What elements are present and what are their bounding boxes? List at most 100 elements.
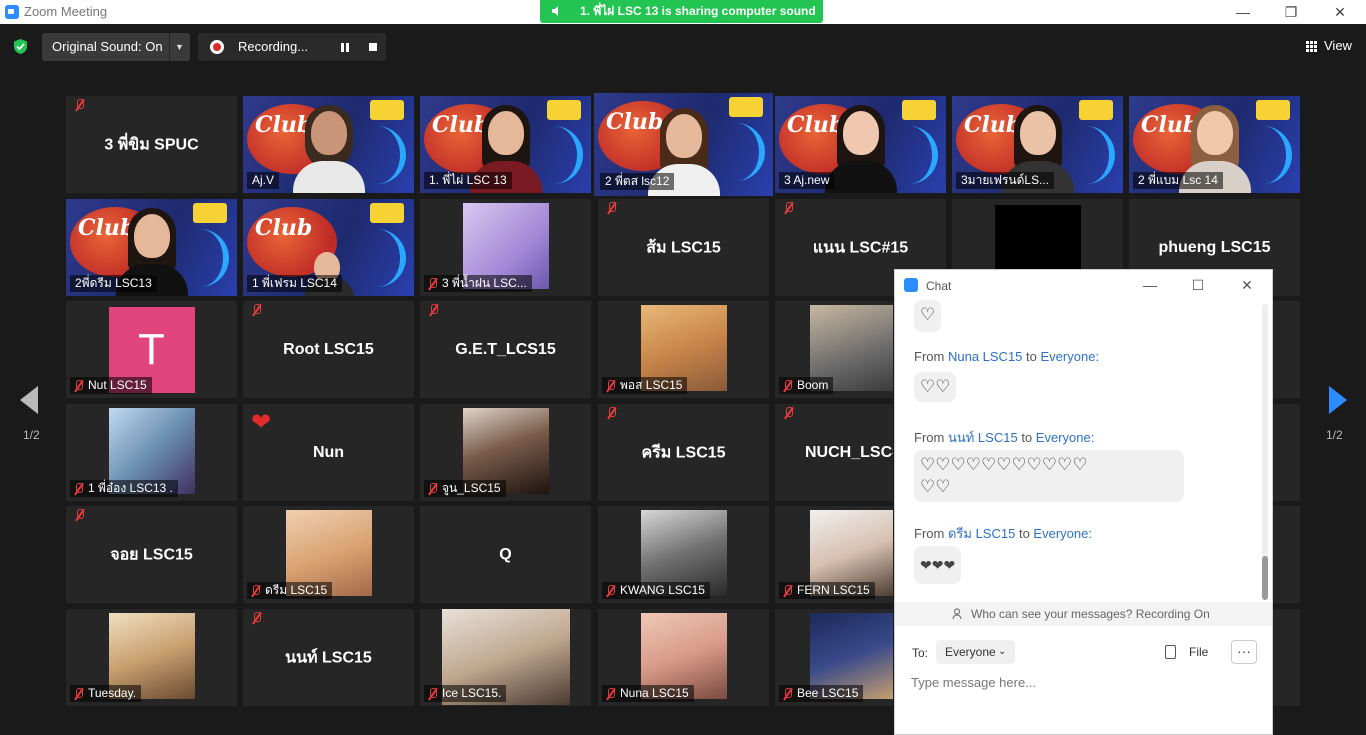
participant-tile[interactable]: Root LSC15	[243, 301, 414, 398]
message-visibility-notice[interactable]: Who can see your messages? Recording On	[895, 602, 1272, 626]
participant-caption: Boom	[779, 377, 834, 394]
participant-tile[interactable]	[1273, 301, 1300, 398]
participant-tile[interactable]: ดรีม LSC15	[243, 506, 414, 603]
participant-name: 1. พี่ไผ่ LSC 13	[424, 172, 512, 189]
participant-name: 2 พี่ตส lsc12	[600, 173, 675, 190]
participant-tile[interactable]: G.E.T_LCS15	[420, 301, 591, 398]
close-icon[interactable]: ✕	[1237, 275, 1257, 295]
participant-name: NUCH_LSC#	[805, 443, 893, 461]
participant-tile[interactable]	[1273, 609, 1300, 706]
chat-message-bubble: ♡	[914, 300, 942, 332]
chat-message-bubble: ♡♡	[914, 372, 957, 402]
participant-caption: ดรีม LSC15	[247, 582, 333, 599]
muted-mic-icon	[606, 202, 617, 213]
participant-name: พอส LSC15	[620, 378, 683, 392]
participant-tile[interactable]: T Nut LSC15	[66, 301, 237, 398]
chat-scrollbar[interactable]	[1262, 304, 1268, 600]
active-speaker-tile[interactable]: Club 2 พี่ตส lsc12	[594, 93, 773, 196]
muted-mic-icon	[782, 380, 793, 391]
page-indicator: 1/2	[1326, 428, 1343, 442]
muted-mic-icon	[73, 688, 84, 699]
participant-tile[interactable]: KWANG LSC15	[598, 506, 769, 603]
participant-video	[289, 103, 369, 193]
recipient-select[interactable]: Everyone ⌄	[936, 640, 1015, 664]
file-icon	[1165, 645, 1176, 659]
visibility-text: Who can see your messages? Recording On	[971, 607, 1210, 621]
next-page-arrow-icon[interactable]	[1329, 386, 1347, 414]
participant-tile[interactable]: ครีม LSC15	[598, 404, 769, 501]
participant-video-tile[interactable]: Club Aj.V	[243, 96, 414, 193]
participant-caption: Nuna LSC15	[602, 685, 694, 702]
chevron-down-icon: ⌄	[998, 646, 1007, 657]
muted-mic-icon	[427, 688, 438, 699]
participant-name: Root LSC15	[283, 340, 374, 358]
chat-message-input[interactable]	[911, 672, 1251, 692]
participant-tile[interactable]	[1273, 404, 1300, 501]
meeting-toolbar	[0, 726, 894, 735]
minimize-icon[interactable]: —	[1140, 275, 1160, 295]
participant-video-tile[interactable]: Club 1. พี่ไผ่ LSC 13	[420, 96, 591, 193]
muted-mic-icon	[74, 509, 85, 520]
participant-tile[interactable]: พอส LSC15	[598, 301, 769, 398]
participant-tile[interactable]: Q	[420, 506, 591, 603]
participant-tile[interactable]: จูน_LSC15	[420, 404, 591, 501]
participant-tile[interactable]: ❤ Nun	[243, 404, 414, 501]
participant-caption: 1 พี่อ๋อง LSC13 .	[70, 480, 178, 497]
participant-name: 3 Aj.new	[779, 172, 835, 189]
participant-name: จูน_LSC15	[442, 481, 501, 495]
participant-tile[interactable]: Boom	[775, 301, 893, 398]
participant-video-tile[interactable]: Club 1 พี่เฟรม LSC14	[243, 199, 414, 296]
participant-name: Nun	[312, 443, 345, 461]
participant-tile[interactable]	[1273, 506, 1300, 603]
participant-tile[interactable]: NUCH_LSC#	[775, 404, 893, 501]
participant-tile[interactable]: 1 พี่อ๋อง LSC13 .	[66, 404, 237, 501]
participant-tile[interactable]: 3 พี่ขิม SPUC	[66, 96, 237, 193]
muted-mic-icon	[782, 585, 793, 596]
participant-tile[interactable]: Bee LSC15	[775, 609, 893, 706]
maximize-icon[interactable]: ☐	[1188, 275, 1208, 295]
participant-caption: FERN LSC15	[779, 582, 875, 599]
participant-name: 1 พี่เฟรม LSC14	[247, 275, 342, 292]
participant-caption: พอส LSC15	[602, 377, 688, 394]
participant-tile[interactable]: Ice LSC15.	[420, 609, 591, 706]
participant-tile[interactable]: นนท์ LSC15	[243, 609, 414, 706]
message-header: From Nuna LSC15 to Everyone:	[914, 349, 1100, 364]
participant-name: G.E.T_LCS15	[455, 340, 556, 358]
participant-name: แนน LSC#15	[812, 239, 909, 256]
to-label: To:	[912, 646, 929, 660]
participant-tile[interactable]: 3 พี่น้ำฝน LSC...	[420, 199, 591, 296]
participant-caption: 3 พี่น้ำฝน LSC...	[424, 275, 532, 292]
participant-name: Aj.V	[247, 172, 280, 189]
previous-page-arrow-icon[interactable]	[20, 386, 38, 414]
recipient: Everyone:	[1040, 349, 1100, 364]
participant-tile[interactable]: Nuna LSC15	[598, 609, 769, 706]
participant-name: 2 พี่แบม Lsc 14	[1133, 172, 1223, 189]
participant-name: ครีม LSC15	[641, 444, 726, 461]
participant-caption: จูน_LSC15	[424, 480, 506, 497]
participant-video-tile[interactable]: Club 2 พี่แบม Lsc 14	[1129, 96, 1300, 193]
participant-name: Tuesday.	[88, 686, 137, 700]
participant-tile[interactable]: Tuesday.	[66, 609, 237, 706]
participant-tile[interactable]: ส้ม LSC15	[598, 199, 769, 296]
participant-caption: Ice LSC15.	[424, 685, 507, 702]
recipient: Everyone:	[1035, 430, 1095, 445]
participant-video-tile[interactable]: Club 3 Aj.new	[775, 96, 946, 193]
participant-video-tile[interactable]: Club 3มายเฟรนด์LS...	[952, 96, 1123, 193]
sender-name[interactable]: นนท์ LSC15	[948, 430, 1018, 445]
participant-tile[interactable]: จอย LSC15	[66, 506, 237, 603]
chat-message-bubble: ♡♡♡♡♡♡♡♡♡♡♡ ♡♡	[914, 450, 1184, 502]
participant-video-tile[interactable]: Club 2พี่ดรีม LSC13	[66, 199, 237, 296]
muted-mic-icon	[73, 380, 84, 391]
muted-mic-icon	[73, 483, 84, 494]
more-options-icon[interactable]: ···	[1231, 640, 1257, 664]
sender-name[interactable]: Nuna LSC15	[948, 349, 1022, 364]
participant-caption: Bee LSC15	[779, 685, 864, 702]
participant-name: ดรีม LSC15	[265, 583, 328, 597]
scrollbar-thumb[interactable]	[1262, 556, 1268, 600]
participant-tile[interactable]: FERN LSC15	[775, 506, 893, 603]
participant-name: นนท์ LSC15	[285, 649, 372, 666]
sender-name[interactable]: ดรีม LSC15	[948, 526, 1015, 541]
page-indicator: 1/2	[23, 428, 40, 442]
muted-mic-icon	[251, 304, 262, 315]
file-button[interactable]: File	[1165, 642, 1217, 662]
